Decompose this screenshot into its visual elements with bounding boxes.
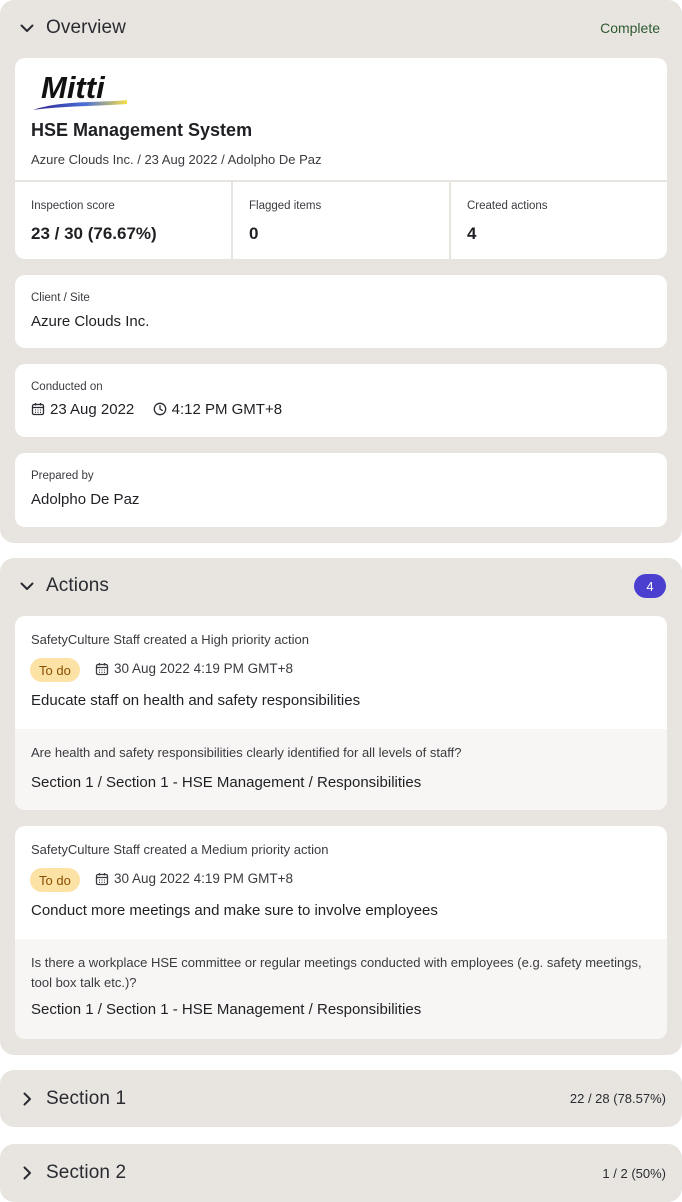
stat-label: Created actions: [467, 200, 548, 212]
prepared-by-card: Prepared by Adolpho De Paz: [15, 453, 667, 527]
client-site-label: Client / Site: [31, 292, 90, 304]
stat-value: 23 / 30 (76.67%): [31, 224, 157, 243]
actions-header[interactable]: Actions 4: [0, 558, 682, 614]
stat-inspection-score: Inspection score 23 / 30 (76.67%): [15, 182, 233, 259]
stat-label: Flagged items: [249, 200, 322, 212]
action-question: Is there a workplace HSE committee or re…: [31, 955, 642, 990]
stat-value: 0: [249, 224, 259, 243]
stat-flagged-items[interactable]: Flagged items 0: [233, 182, 451, 259]
stat-value: 4: [467, 224, 477, 243]
action-due-date: 30 Aug 2022 4:19 PM GMT+8: [95, 871, 293, 886]
section-1-score: 22 / 28 (78.57%): [569, 1091, 666, 1106]
actions-panel: Actions 4 SafetyCulture Staff created a …: [0, 558, 682, 1055]
action-title: Educate staff on health and safety respo…: [31, 692, 361, 709]
actions-title: Actions: [46, 575, 110, 596]
chevron-down-icon[interactable]: [18, 19, 36, 37]
action-path: Section 1 / Section 1 - HSE Management /…: [31, 1001, 422, 1018]
stat-label: Inspection score: [31, 200, 115, 212]
conducted-on-card: Conducted on 23 Aug 2022 4:12 PM GMT+8: [15, 364, 667, 437]
overview-title: Overview: [46, 17, 126, 38]
action-title: Conduct more meetings and make sure to i…: [31, 902, 438, 919]
section-1-header[interactable]: Section 1 22 / 28 (78.57%): [0, 1070, 682, 1127]
prepared-by-value: Adolpho De Paz: [31, 491, 140, 508]
client-site-value: Azure Clouds Inc.: [31, 313, 150, 330]
calendar-icon: [95, 662, 109, 676]
section-2-score: 1 / 2 (50%): [602, 1165, 666, 1181]
action-date-text: 30 Aug 2022 4:19 PM GMT+8: [114, 871, 293, 886]
stats-row: Inspection score 23 / 30 (76.67%) Flagge…: [15, 180, 667, 259]
action-question: Are health and safety responsibilities c…: [31, 745, 462, 760]
section-1-panel[interactable]: Section 1 22 / 28 (78.57%): [0, 1070, 682, 1127]
client-site-card: Client / Site Azure Clouds Inc.: [15, 275, 667, 348]
status-pill-todo: To do: [30, 658, 80, 682]
chevron-right-icon[interactable]: [18, 1090, 36, 1108]
report-title: HSE Management System: [31, 120, 253, 140]
action-creator-line: SafetyCulture Staff created a High prior…: [31, 632, 309, 647]
stat-created-actions[interactable]: Created actions 4: [451, 182, 667, 259]
calendar-icon: [31, 402, 45, 416]
action-question-block: Are health and safety responsibilities c…: [15, 729, 667, 810]
conducted-time: 4:12 PM GMT+8: [171, 401, 283, 418]
conducted-date: 23 Aug 2022: [50, 401, 135, 418]
conducted-on-value: 23 Aug 2022 4:12 PM GMT+8: [31, 401, 282, 418]
section-2-panel[interactable]: Section 2 1 / 2 (50%): [0, 1144, 682, 1202]
overview-panel: Overview Complete Mitti HSE Management S…: [0, 0, 682, 543]
action-due-date: 30 Aug 2022 4:19 PM GMT+8: [95, 661, 293, 676]
action-date-text: 30 Aug 2022 4:19 PM GMT+8: [114, 661, 293, 676]
conducted-on-label: Conducted on: [31, 381, 103, 393]
action-card[interactable]: SafetyCulture Staff created a Medium pri…: [15, 826, 667, 1039]
action-question-block: Is there a workplace HSE committee or re…: [15, 939, 667, 1039]
chevron-right-icon[interactable]: [18, 1164, 36, 1182]
status-pill-todo: To do: [30, 868, 80, 892]
svg-text:Mitti: Mitti: [41, 70, 106, 105]
report-card: Mitti HSE Management System Azure Clouds…: [15, 58, 667, 259]
section-2-title: Section 2: [46, 1162, 127, 1183]
report-subtitle: Azure Clouds Inc. / 23 Aug 2022 / Adolph…: [31, 152, 322, 167]
calendar-icon: [95, 872, 109, 886]
mitti-logo: Mitti: [31, 70, 131, 112]
actions-count-badge: 4: [634, 574, 666, 598]
overview-header[interactable]: Overview Complete: [0, 0, 682, 56]
clock-icon: [153, 402, 167, 416]
section-1-title: Section 1: [46, 1087, 127, 1109]
chevron-down-icon[interactable]: [18, 577, 36, 595]
action-creator-line: SafetyCulture Staff created a Medium pri…: [31, 842, 329, 857]
status-complete: Complete: [600, 20, 660, 36]
section-2-header[interactable]: Section 2 1 / 2 (50%): [0, 1144, 682, 1202]
action-card[interactable]: SafetyCulture Staff created a High prior…: [15, 616, 667, 810]
action-path: Section 1 / Section 1 - HSE Management /…: [31, 774, 422, 791]
prepared-by-label: Prepared by: [31, 470, 94, 482]
